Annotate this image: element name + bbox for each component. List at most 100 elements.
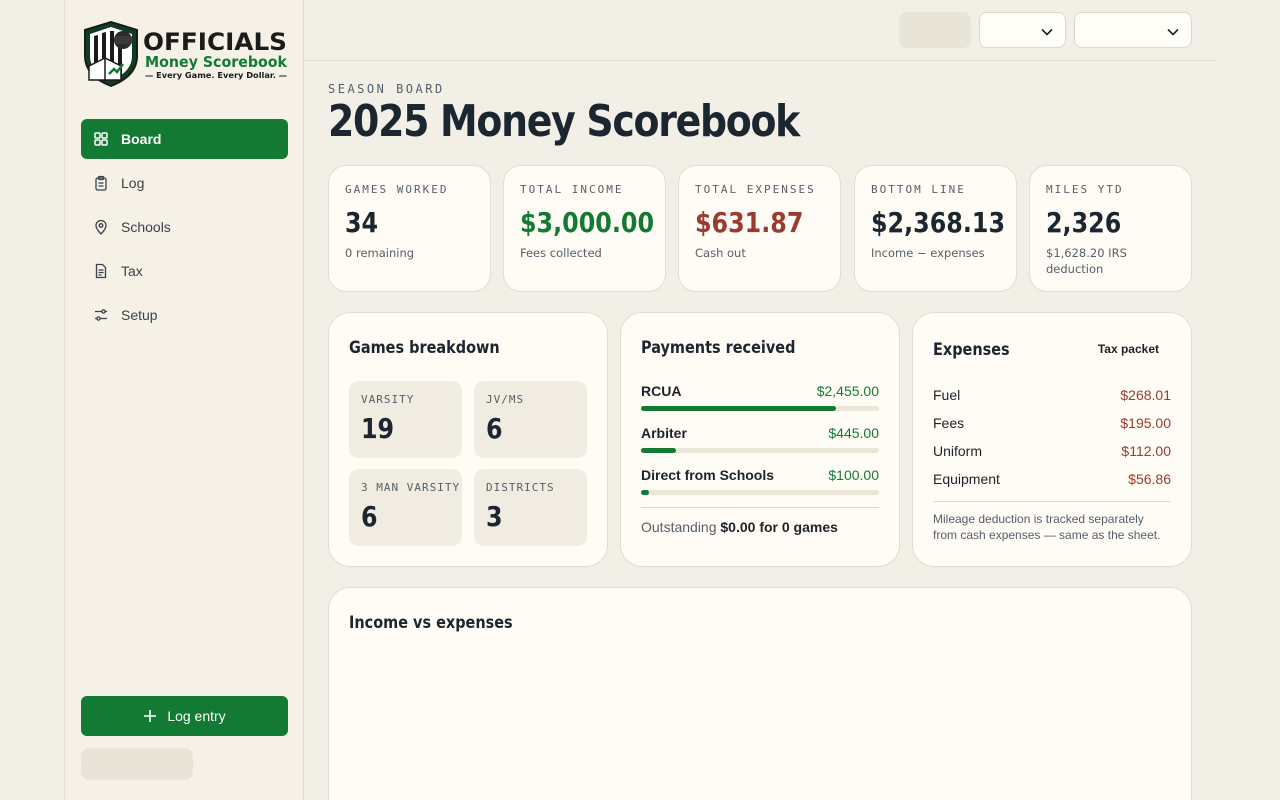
stat-label: TOTAL EXPENSES [695,183,816,196]
brand-logo[interactable]: OFFICIALS Money Scorebook — Every Game. … [81,20,289,88]
sliders-icon [93,307,109,323]
payment-bar [641,490,879,495]
games-breakdown-card: Games breakdown VARSITY 19 JV/MS 6 3 MAN… [328,312,608,567]
tile-districts: DISTRICTS 3 [474,469,587,546]
payment-bar-fill [641,448,677,453]
tax-packet-link[interactable]: Tax packet [1098,342,1159,356]
chevron-down-icon [1041,21,1053,40]
expense-category: Fees [933,415,965,431]
stat-label: TOTAL INCOME [520,183,624,196]
nav-item-setup[interactable]: Setup [81,295,288,335]
stat-value: 34 [345,206,379,239]
stat-sub: Cash out [695,246,746,260]
card-title: Expenses [933,340,1010,360]
stat-value: $631.87 [695,206,804,239]
svg-text:— Every Game. Every Dollar. —: — Every Game. Every Dollar. — [145,71,287,80]
tile-value: 19 [361,412,395,445]
stat-sub: 0 remaining [345,246,415,260]
expense-row: Fees $195.00 [933,415,1171,431]
payment-source: RCUA [641,383,682,399]
nav-item-schools[interactable]: Schools [81,207,288,247]
payment-row: Arbiter $445.00 [641,425,879,453]
nav-item-label: Log [121,175,145,191]
payment-row: RCUA $2,455.00 [641,383,879,411]
stat-card-bottom-line: BOTTOM LINE $2,368.13 Income − expenses [854,165,1017,292]
income-vs-expenses-card: Income vs expenses [328,587,1192,800]
tile-value: 3 [486,500,503,533]
nav-item-label: Board [121,131,162,147]
nav-item-label: Setup [121,307,158,323]
stat-value: 2,326 [1046,206,1122,239]
stat-label: GAMES WORKED [345,183,449,196]
tile-label: JV/MS [486,393,525,406]
stat-card-games-worked: GAMES WORKED 34 0 remaining [328,165,491,292]
main-nav: Board Log Schools Tax Setup [81,119,288,339]
tile-varsity: VARSITY 19 [349,381,462,458]
filter-select[interactable] [1074,12,1192,48]
tile-label: VARSITY [361,393,415,406]
mileage-note: Mileage deduction is tracked separately … [933,501,1171,543]
nav-item-label: Schools [121,219,171,235]
page-eyebrow: SEASON BOARD [328,82,445,96]
stat-card-total-income: TOTAL INCOME $3,000.00 Fees collected [503,165,666,292]
top-bar [304,0,1216,61]
card-title: Payments received [641,338,796,358]
log-entry-button[interactable]: Log entry [81,696,288,736]
payment-bar [641,448,879,453]
expense-category: Equipment [933,471,1000,487]
stat-card-total-expenses: TOTAL EXPENSES $631.87 Cash out [678,165,841,292]
season-select[interactable] [979,12,1066,48]
tile-3-man-varsity: 3 MAN VARSITY 6 [349,469,462,546]
stat-value: $3,000.00 [520,206,655,239]
stat-sub: Income − expenses [871,246,985,260]
outstanding-value: $0.00 for 0 games [720,519,838,535]
stat-sub: $1,628.20 IRS deduction [1046,246,1127,276]
plus-icon [143,709,157,723]
tile-label: 3 MAN VARSITY [361,481,461,494]
card-title: Games breakdown [349,338,500,358]
expense-row: Fuel $268.01 [933,387,1171,403]
toolbar-placeholder-button[interactable] [899,12,971,48]
whistle-shield-icon [84,20,138,88]
expense-row: Equipment $56.86 [933,471,1171,487]
map-pin-icon [93,219,109,235]
tile-jv-ms: JV/MS 6 [474,381,587,458]
outstanding-label: Outstanding [641,519,717,535]
page-title: 2025 Money Scorebook [328,96,800,147]
sidebar: OFFICIALS Money Scorebook — Every Game. … [64,0,304,800]
svg-text:OFFICIALS: OFFICIALS [143,28,287,56]
tile-label: DISTRICTS [486,481,555,494]
payment-bar [641,406,879,411]
account-placeholder[interactable] [81,748,193,780]
payment-row: Direct from Schools $100.00 [641,467,879,495]
expenses-card: Expenses Tax packet Fuel $268.01 Fees $1… [912,312,1192,567]
outstanding-summary: Outstanding $0.00 for 0 games [641,507,879,535]
payment-source: Direct from Schools [641,467,775,483]
payments-received-card: Payments received RCUA $2,455.00 Arbiter… [620,312,900,567]
stat-value: $2,368.13 [871,206,1006,239]
log-entry-label: Log entry [167,708,226,724]
nav-item-label: Tax [121,263,143,279]
card-title: Income vs expenses [349,613,513,633]
expense-category: Fuel [933,387,961,403]
expense-amount: $112.00 [1121,443,1171,459]
stat-label: BOTTOM LINE [871,183,966,196]
stat-card-miles-ytd: MILES YTD 2,326 $1,628.20 IRS deduction [1029,165,1192,292]
stat-sub: Fees collected [520,246,602,260]
clipboard-icon [93,175,109,191]
stat-label: MILES YTD [1046,183,1124,196]
nav-item-log[interactable]: Log [81,163,288,203]
nav-item-tax[interactable]: Tax [81,251,288,291]
payment-amount: $100.00 [828,467,879,483]
expense-row: Uniform $112.00 [933,443,1171,459]
payment-bar-fill [641,490,649,495]
nav-item-board[interactable]: Board [81,119,288,159]
payment-amount: $445.00 [828,425,879,441]
expense-amount: $268.01 [1120,387,1171,403]
payment-bar-fill [641,406,836,411]
grid-icon [93,131,109,147]
svg-text:Money Scorebook: Money Scorebook [145,53,288,71]
tile-value: 6 [486,412,503,445]
expense-amount: $56.86 [1128,471,1171,487]
expense-category: Uniform [933,443,983,459]
